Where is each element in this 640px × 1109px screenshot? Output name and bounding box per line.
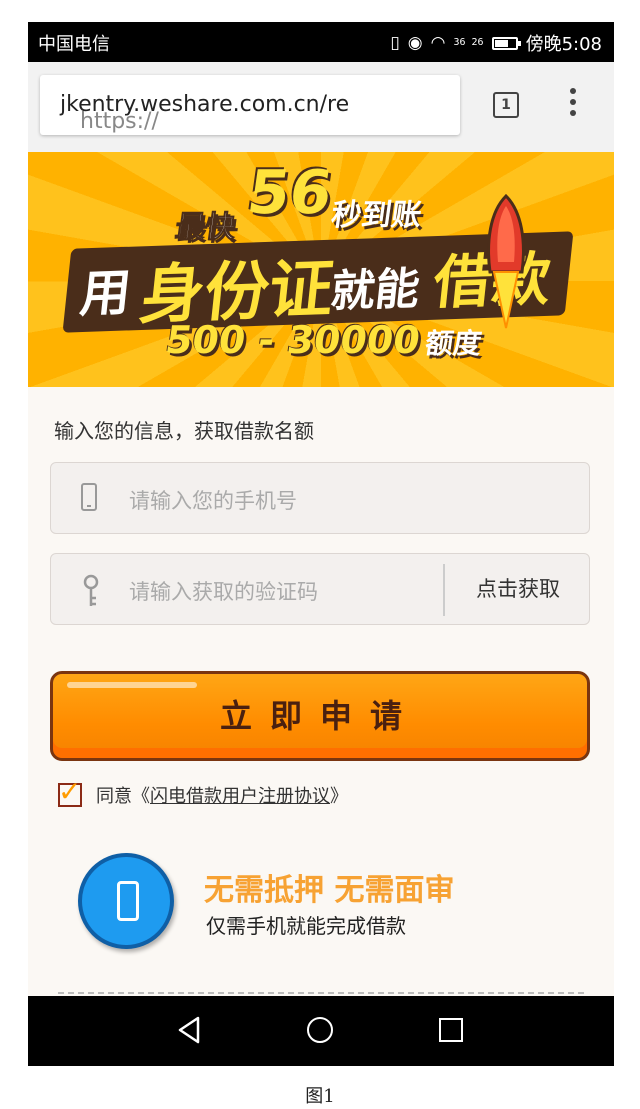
phone-number-field[interactable]: 请输入您的手机号 xyxy=(50,462,590,534)
agreement-checkbox[interactable]: ✓ xyxy=(58,775,82,808)
recent-apps-icon[interactable] xyxy=(439,1018,463,1042)
battery-icon xyxy=(491,36,521,50)
apply-now-button[interactable]: 立即申请 xyxy=(50,671,590,761)
agreement-suffix: 》 xyxy=(330,786,348,807)
vibrate-icon: ▯ xyxy=(390,33,400,53)
phone-screen: 中国电信 ▯ ◉ ◠ 36 26 傍晚5:08 https://jkentry.… xyxy=(28,22,614,1066)
phone-number-placeholder: 请输入您的手机号 xyxy=(129,489,297,513)
phone-circle-icon xyxy=(78,853,174,949)
get-code-button[interactable]: 点击获取 xyxy=(445,554,591,624)
verification-code-placeholder: 请输入获取的验证码 xyxy=(129,580,318,604)
back-icon[interactable] xyxy=(176,1016,202,1044)
apply-now-label: 立即申请 xyxy=(219,697,420,735)
button-gloss xyxy=(67,682,197,688)
address-bar[interactable]: https://jkentry.weshare.com.cn/re xyxy=(40,75,460,135)
clock: 傍晚5:08 xyxy=(525,34,602,55)
figure-caption: 图1 xyxy=(305,1086,335,1107)
mobile-phone-icon xyxy=(81,483,97,511)
browser-toolbar: https://jkentry.weshare.com.cn/re 1 xyxy=(28,62,614,152)
form-title: 输入您的信息，获取借款名额 xyxy=(54,419,314,443)
overflow-menu-icon[interactable] xyxy=(568,88,578,122)
eye-icon: ◉ xyxy=(407,33,423,53)
status-bar: 中国电信 ▯ ◉ ◠ 36 26 傍晚5:08 xyxy=(28,22,614,62)
home-icon[interactable] xyxy=(307,1017,333,1043)
promo-subtitle: 仅需手机就能完成借款 xyxy=(206,914,406,938)
banner-headline-part: 就能 xyxy=(328,263,423,318)
promo-title: 无需抵押 无需面审 xyxy=(204,873,455,908)
wifi-icon: ◠ xyxy=(430,33,446,53)
agreement-row: ✓ 同意《 闪电借款用户注册协议》 xyxy=(58,775,348,810)
system-nav-bar xyxy=(28,996,614,1066)
checkmark-icon: ✓ xyxy=(58,775,82,808)
banner-range-numbers: 500 - 30000 xyxy=(162,318,423,362)
signal-icon: 36 26 xyxy=(453,37,484,48)
agreement-link[interactable]: 闪电借款用户注册协议 xyxy=(150,782,330,808)
key-icon xyxy=(83,574,99,606)
banner-arrival-text: 秒到账 xyxy=(329,198,424,233)
carrier-name: 中国电信 xyxy=(38,34,110,55)
verification-code-field[interactable]: 请输入获取的验证码 点击获取 xyxy=(50,553,590,625)
promo-banner: 最快 56 秒到账 用 身份证 就能 借款 500 - 30000额度 xyxy=(28,152,614,387)
dashed-divider xyxy=(58,992,584,994)
banner-range: 500 - 30000额度 xyxy=(163,318,485,362)
status-icons: ▯ ◉ ◠ 36 26 傍晚5:08 xyxy=(390,30,602,56)
banner-fastest-text: 最快 xyxy=(173,210,239,246)
url-scheme: https:// xyxy=(80,109,159,134)
url-text: https://jkentry.weshare.com.cn/re xyxy=(60,92,349,134)
agreement-prefix: 同意《 xyxy=(96,786,150,807)
banner-seconds-number: 56 xyxy=(243,158,337,228)
banner-range-unit: 额度 xyxy=(422,327,484,360)
tab-switcher-button[interactable]: 1 xyxy=(493,92,519,118)
banner-headline-part: 用 xyxy=(77,263,134,324)
rocket-icon xyxy=(487,193,525,329)
